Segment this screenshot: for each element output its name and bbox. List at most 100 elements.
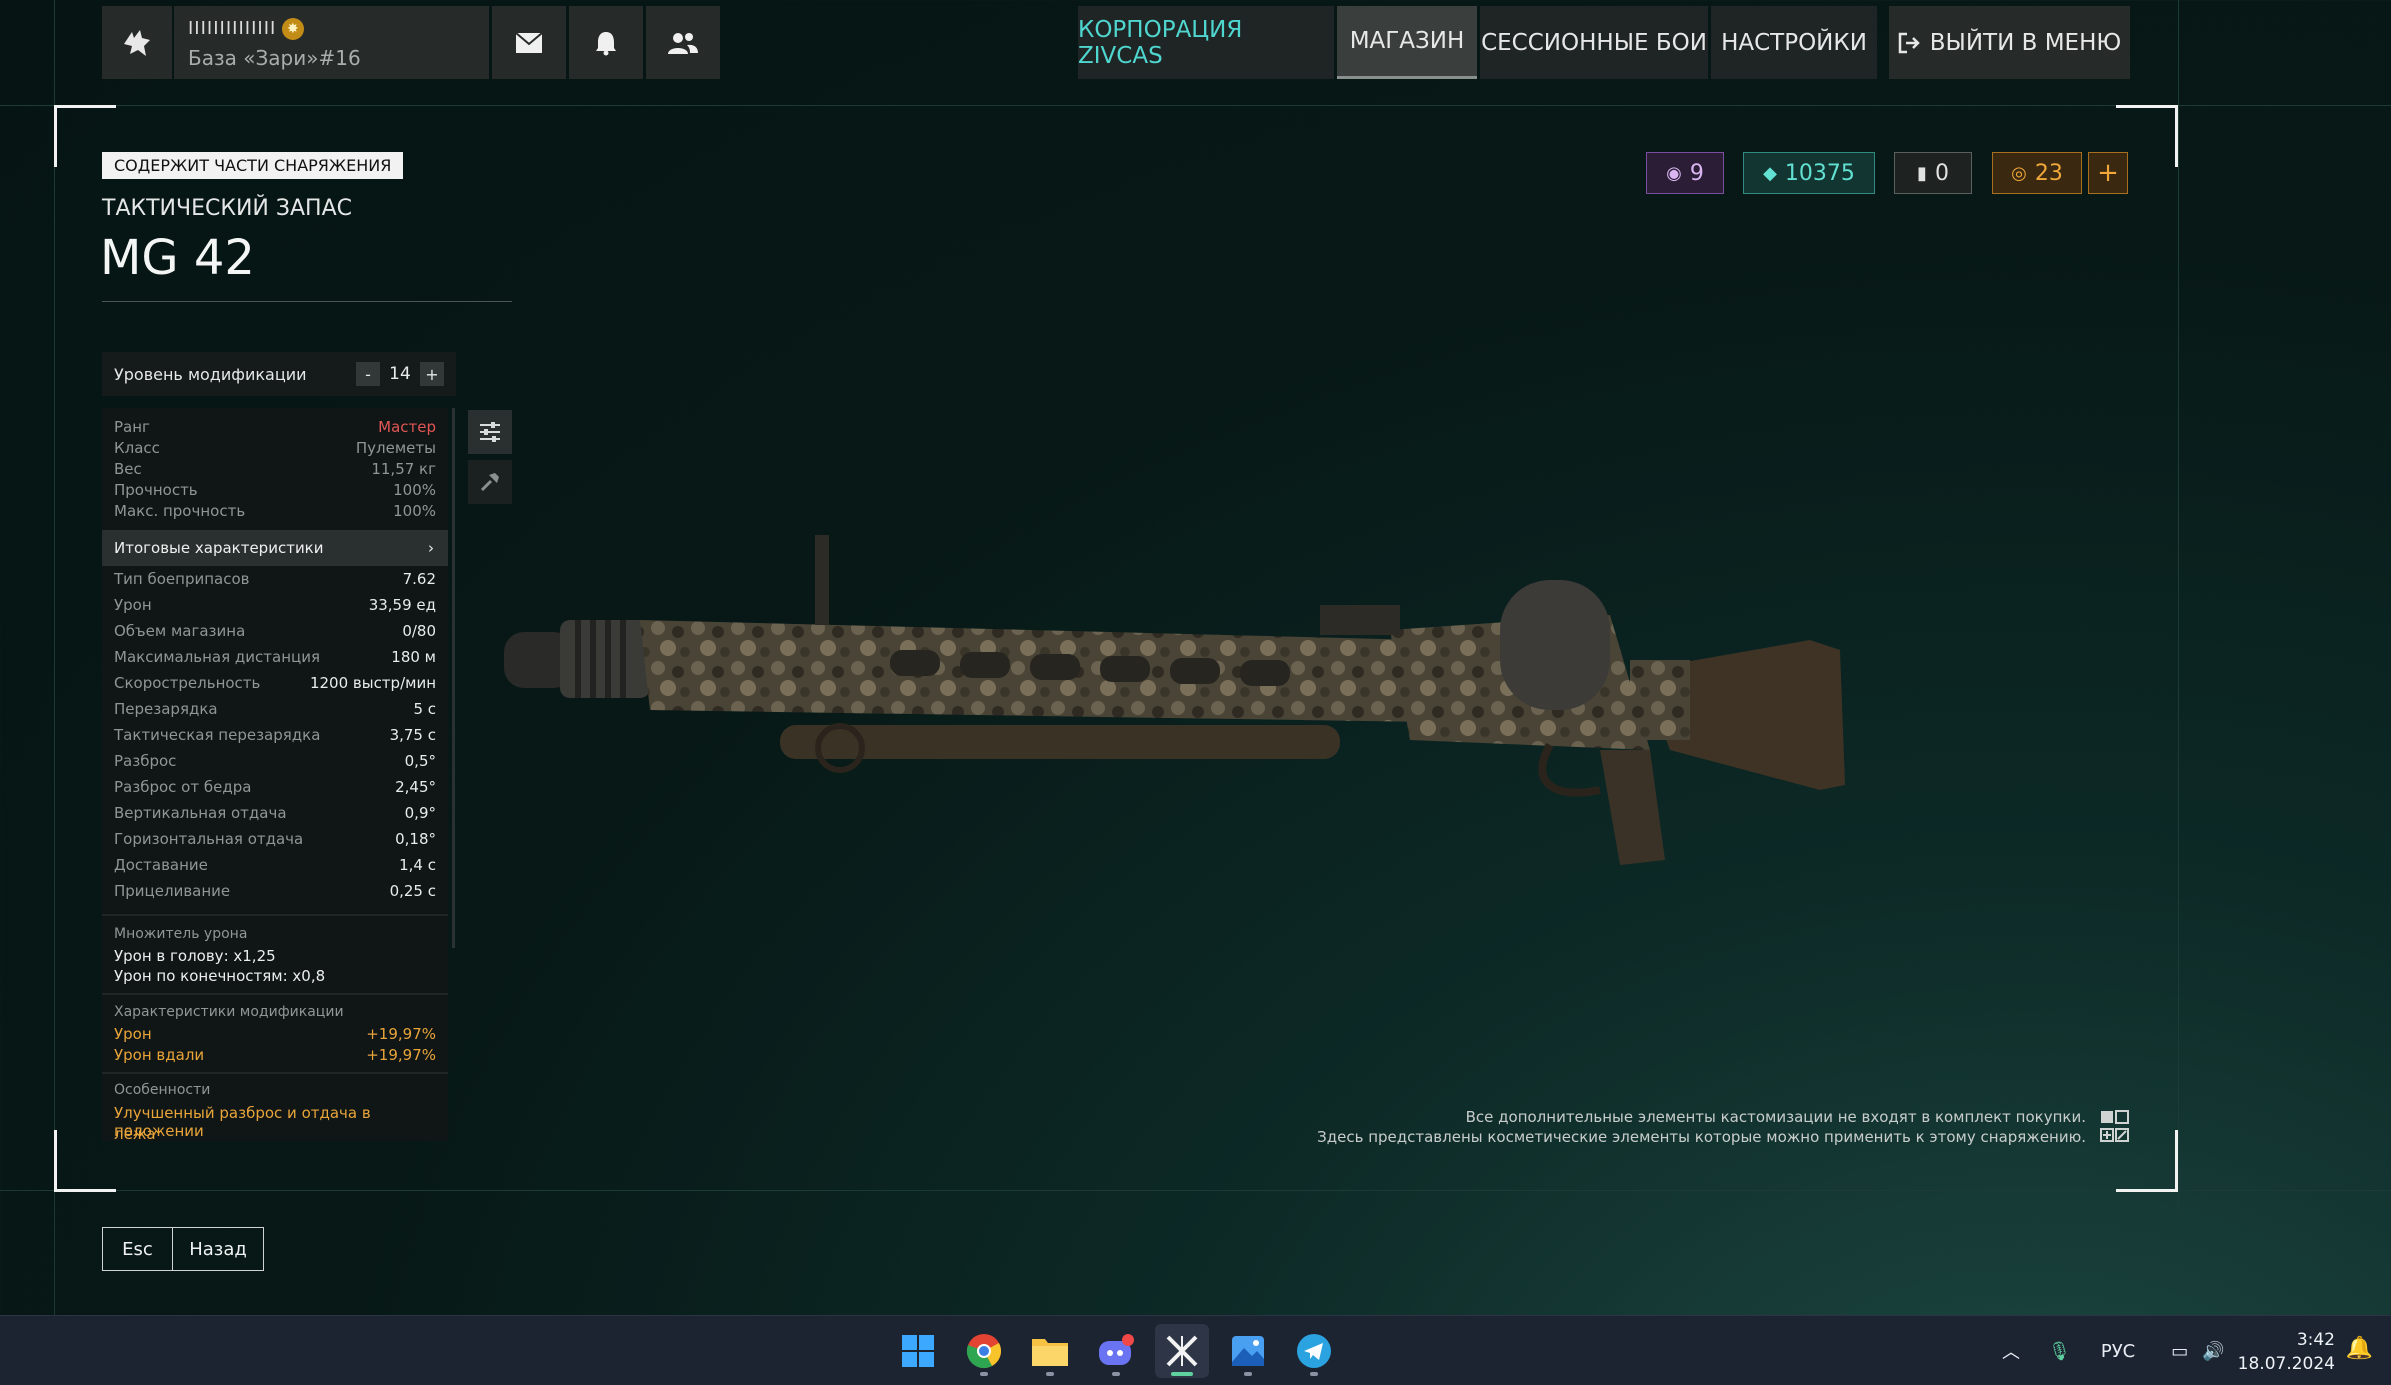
exit-icon (1898, 32, 1920, 53)
sliders-icon (480, 422, 500, 442)
profile-block: IIIIIIIIIIIIII ✸ База «Зари»#16 (102, 6, 720, 79)
currency-teal[interactable]: ◆ 10375 (1743, 152, 1875, 194)
mod-stat-row: Урон вдали +19,97% (114, 1046, 436, 1064)
add-currency-button[interactable]: + (2088, 152, 2128, 194)
stat-row: Перезарядка 5 с (114, 700, 436, 718)
mod-level-label: Уровень модификации (114, 364, 307, 384)
stat-row: Урон 33,59 ед (114, 596, 436, 614)
disclaimer-line-2: Здесь представлены косметические элемент… (1317, 1128, 2086, 1146)
network-icon[interactable]: ▭ (2171, 1341, 2188, 1362)
damage-multiplier-title: Множитель урона (114, 926, 248, 942)
stats-scrollbar[interactable] (452, 408, 455, 948)
mail-icon (515, 31, 543, 53)
stat-row: Прицеливание 0,25 с (114, 882, 436, 900)
currency-purple[interactable]: ◉ 9 (1646, 152, 1724, 194)
stat-row: Вес 11,57 кг (114, 460, 436, 478)
nav-session-battles[interactable]: СЕССИОННЫЕ БОИ (1480, 6, 1708, 79)
final-stats-toggle[interactable]: Итоговые характеристики › (102, 530, 448, 566)
windows-taskbar: ︿ 🎙 РУС ▭ 🔊 3:42 18.07.2024 🔔 (0, 1315, 2391, 1385)
taskbar-explorer[interactable] (1023, 1324, 1077, 1378)
feature-text-2: лёжа (114, 1125, 156, 1143)
nav-shop[interactable]: МАГАЗИН (1337, 6, 1477, 79)
frame-line-right (2178, 0, 2179, 1315)
frame-line-left (54, 0, 55, 1315)
friends-icon (668, 32, 698, 54)
volume-icon[interactable]: 🔊 (2202, 1341, 2224, 1362)
microphone-icon[interactable]: 🎙 (2048, 1341, 2071, 1362)
mod-level-increase-button[interactable]: + (420, 362, 444, 386)
windows-icon (902, 1335, 934, 1367)
language-indicator[interactable]: РУС (2101, 1341, 2135, 1362)
taskbar-chrome[interactable] (957, 1324, 1011, 1378)
hammer-icon (480, 473, 499, 492)
headshot-multiplier: Урон в голову: x1,25 (114, 947, 276, 965)
nav-corporation[interactable]: КОРПОРАЦИЯ ZIVCAS (1078, 6, 1334, 79)
limb-multiplier: Урон по конечностям: x0,8 (114, 967, 326, 985)
stat-row: Тип боеприпасов 7.62 (114, 570, 436, 588)
coin-purple-icon: ◉ (1666, 162, 1682, 184)
stats-panel: Ранг Мастер Класс Пулеметы Вес 11,57 кг Про… (102, 408, 448, 1143)
clock-date: 18.07.2024 (2237, 1354, 2335, 1374)
customize-tool-button[interactable] (468, 410, 512, 454)
stat-row: Прочность 100% (114, 481, 436, 499)
stat-row: Вертикальная отдача 0,9° (114, 804, 436, 822)
repair-tool-button[interactable] (468, 460, 512, 504)
player-nickname: IIIIIIIIIIIIII ✸ (188, 18, 475, 40)
stat-row: Объем магазина 0/80 (114, 622, 436, 640)
stat-row: Класс Пулеметы (114, 439, 436, 457)
bottom-actions: Esc Назад (102, 1227, 264, 1271)
photos-icon (1232, 1336, 1264, 1366)
stat-row: Максимальная дистанция 180 м (114, 648, 436, 666)
bell-icon (596, 31, 616, 55)
esc-key-button[interactable]: Esc (103, 1228, 173, 1270)
start-button[interactable] (891, 1324, 945, 1378)
title-divider (102, 301, 512, 302)
taskbar-discord[interactable] (1089, 1324, 1143, 1378)
nav-settings[interactable]: НАСТРОЙКИ (1711, 6, 1877, 79)
customization-disclaimer: Все дополнительные элементы кастомизации… (1317, 1107, 2086, 1147)
mod-stats-title: Характеристики модификации (114, 1004, 344, 1020)
wolf-logo-icon[interactable] (102, 6, 172, 79)
taskbar-telegram[interactable] (1287, 1324, 1341, 1378)
divider (102, 914, 448, 916)
stat-row: Тактическая перезарядка 3,75 с (114, 726, 436, 744)
mod-level-decrease-button[interactable]: - (356, 362, 380, 386)
taskbar-photos[interactable] (1221, 1324, 1275, 1378)
folder-icon (1032, 1339, 1068, 1366)
features-title: Особенности (114, 1082, 211, 1098)
weapon-preview[interactable] (490, 500, 1890, 920)
friends-button[interactable] (646, 6, 720, 79)
notifications-button[interactable] (569, 6, 643, 79)
tray-overflow-chevron-icon[interactable]: ︿ (1996, 1338, 2026, 1364)
customization-grid-icon[interactable] (2100, 1110, 2130, 1144)
stat-row: Ранг Мастер (114, 418, 436, 436)
item-name: MG 42 (100, 230, 255, 286)
stat-row: Макс. прочность 100% (114, 502, 436, 520)
mod-level-row: Уровень модификации - 14 + (102, 352, 456, 396)
game-app-icon (1166, 1335, 1198, 1367)
chevron-right-icon: › (428, 539, 434, 557)
stat-row: Горизонтальная отдача 0,18° (114, 830, 436, 848)
profile-info[interactable]: IIIIIIIIIIIIII ✸ База «Зари»#16 (174, 6, 489, 79)
notification-bell-icon[interactable]: 🔔 (2346, 1336, 2373, 1361)
discord-icon (1099, 1334, 1134, 1365)
final-stats-label: Итоговые характеристики (114, 539, 324, 557)
chrome-icon (966, 1334, 1001, 1369)
mail-button[interactable] (492, 6, 566, 79)
frame-line-top (0, 105, 2391, 106)
disclaimer-line-1: Все дополнительные элементы кастомизации… (1465, 1108, 2086, 1126)
stat-row: Доставание 1,4 с (114, 856, 436, 874)
player-base: База «Зари»#16 (188, 46, 361, 70)
currency-gold[interactable]: ◎ 23 (1992, 152, 2082, 194)
stat-row: Разброс от бедра 2,45° (114, 778, 436, 796)
taskbar-game[interactable] (1155, 1324, 1209, 1378)
exit-to-menu-button[interactable]: ВЫЙТИ В МЕНЮ (1889, 6, 2130, 79)
mod-level-value: 14 (389, 364, 411, 384)
back-button[interactable]: Назад (173, 1228, 263, 1270)
frame-line-bottom (0, 1190, 2391, 1191)
exit-label: ВЫЙТИ В МЕНЮ (1929, 29, 2122, 56)
divider (102, 993, 448, 995)
currency-gray[interactable]: ▮ 0 (1894, 152, 1972, 194)
taskbar-clock[interactable]: 3:42 18.07.2024 (2238, 1328, 2335, 1376)
stat-row: Разброс 0,5° (114, 752, 436, 770)
